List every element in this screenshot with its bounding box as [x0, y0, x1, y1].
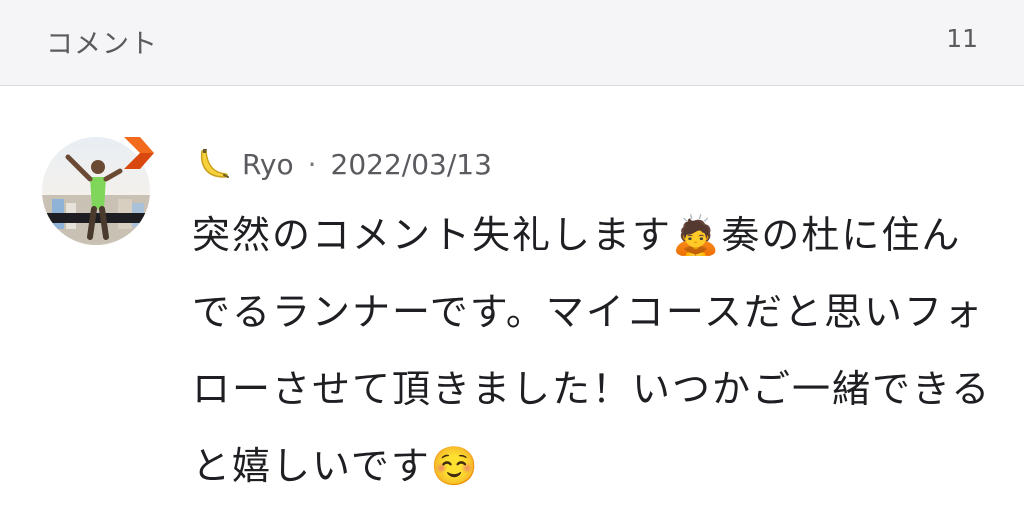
comment-body: 突然のコメント失礼します🙇奏の杜に住んでるランナーです。マイコースだと思いフォロ…	[192, 213, 992, 488]
comments-title: コメント	[46, 29, 158, 60]
comments-header: コメント 11	[0, 0, 1024, 86]
comment-item: Ryo · 2022/03/13 突然のコメント失礼します🙇奏の杜に住んでるラン…	[0, 87, 1024, 523]
comments-count: 11	[946, 24, 978, 53]
orange-chevron-badge-icon	[124, 137, 154, 169]
comment-meta: Ryo · 2022/03/13	[194, 144, 492, 184]
comment-author[interactable]: Ryo	[242, 148, 294, 181]
avatar-wrap[interactable]	[42, 137, 154, 249]
banana-icon	[200, 149, 229, 178]
comment-date: 2022/03/13	[330, 147, 492, 181]
meta-separator: ·	[307, 147, 317, 181]
